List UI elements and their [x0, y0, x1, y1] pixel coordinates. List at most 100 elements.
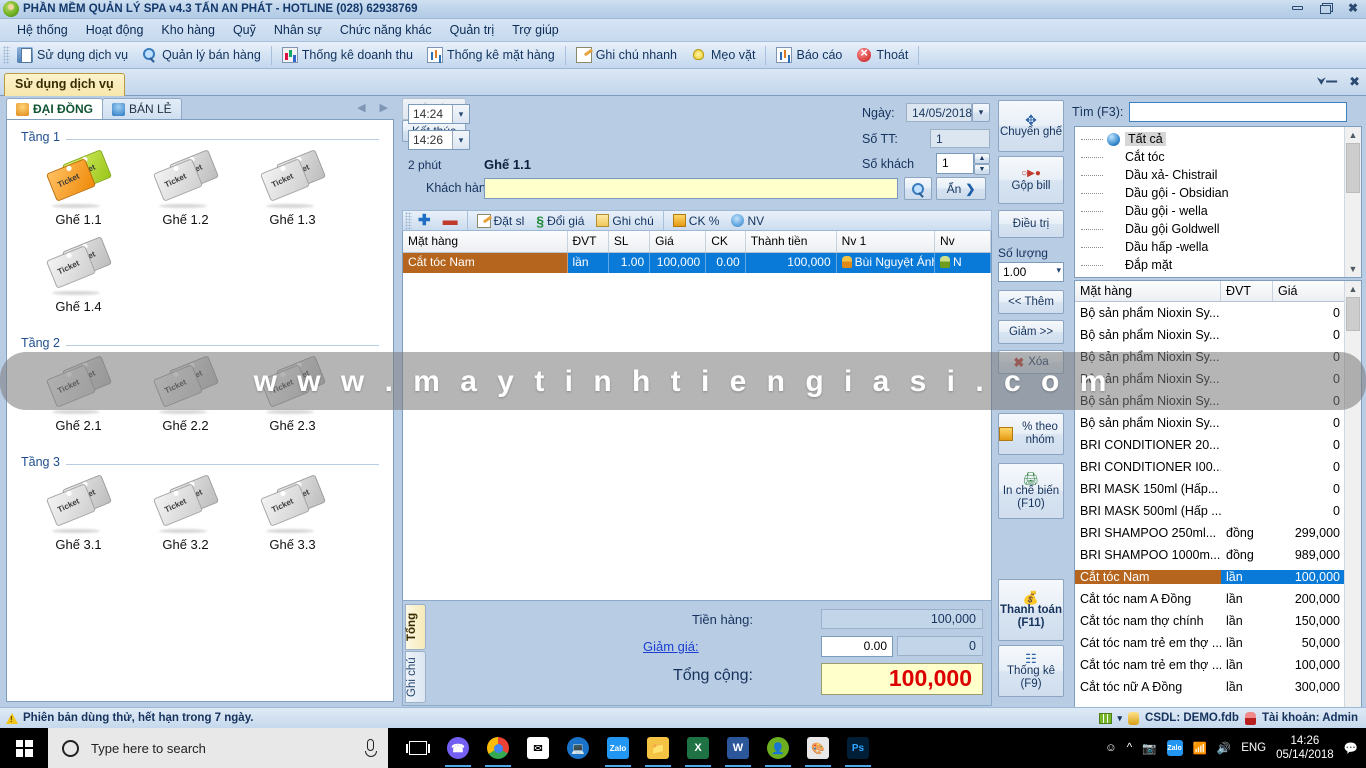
column-header-mat-hang[interactable]: Mặt hàng	[1075, 281, 1221, 301]
column-header-gia[interactable]: Giá	[650, 231, 707, 252]
guests-stepper[interactable]: ▲ ▼	[974, 153, 990, 175]
column-header-nv1[interactable]: Nv 1	[837, 231, 935, 252]
column-header-ck[interactable]: CK	[706, 231, 746, 252]
product-row[interactable]: BRI MASK 150ml (Hấp... 0	[1075, 478, 1361, 500]
scroll-down-icon[interactable]: ▼	[1345, 261, 1361, 277]
product-row[interactable]: BRI SHAMPOO 1000m... đồng 989,000	[1075, 544, 1361, 566]
customer-search-button[interactable]	[904, 177, 932, 200]
collapse-icon[interactable]: ⮟━	[1317, 76, 1337, 89]
menu-item-kho-hang[interactable]: Kho hàng	[152, 20, 224, 40]
discount-button[interactable]: CK %	[667, 214, 726, 228]
menu-item-chuc-nang-khac[interactable]: Chức năng khác	[331, 20, 441, 40]
prev-icon[interactable]: ◀	[357, 101, 365, 114]
add-row-button[interactable]: ✚	[412, 213, 437, 228]
chair-ghe-1-3[interactable]: Ticket Ticket Ghế 1.3	[239, 149, 346, 227]
zalo-tray-icon[interactable]: Zalo	[1166, 740, 1183, 756]
chevron-down-icon[interactable]: ▾	[452, 131, 469, 149]
product-row[interactable]: Bộ sản phẩm Nioxin Sy... 0	[1075, 346, 1361, 368]
column-header-sl[interactable]: SL	[609, 231, 651, 252]
restore-icon[interactable]	[1316, 1, 1334, 15]
scrollbar-thumb[interactable]	[1346, 143, 1360, 193]
product-row[interactable]: Cắt tóc nữ A Đồng lần 300,000	[1075, 676, 1361, 698]
product-row[interactable]: Cắt tóc nam trẻ em thợ ... lần 100,000	[1075, 654, 1361, 676]
chair-ghe-2-3[interactable]: Ticket Ticket Ghế 2.3	[239, 355, 346, 433]
column-header-gia[interactable]: Giá	[1273, 281, 1345, 301]
date-dropdown-icon[interactable]: ▾	[972, 103, 990, 122]
clock[interactable]: 14:26 05/14/2018	[1276, 734, 1334, 762]
chair-ghe-2-1[interactable]: Ticket Ticket Ghế 2.1	[25, 355, 132, 433]
grid-icon[interactable]	[1098, 712, 1112, 724]
close-icon[interactable]: ✖	[1344, 1, 1362, 15]
people-icon[interactable]: ☺	[1105, 742, 1117, 754]
menu-item-he-thong[interactable]: Hệ thống	[8, 20, 77, 40]
product-row[interactable]: Cắt tóc Nam lần 100,000	[1075, 566, 1361, 588]
stepper-down-icon[interactable]: ▼	[974, 164, 990, 175]
next-icon[interactable]: ▶	[380, 101, 388, 114]
quantity-combo[interactable]: 1.00 ▾	[998, 262, 1064, 282]
chair-ghe-3-2[interactable]: Ticket Ticket Ghế 3.2	[132, 474, 239, 552]
microphone-icon[interactable]	[365, 739, 377, 757]
reduce-item-button[interactable]: Giảm >>	[998, 320, 1064, 344]
language-indicator[interactable]: ENG	[1241, 742, 1266, 754]
product-row[interactable]: Bộ sản phẩm Nioxin Sy... 0	[1075, 302, 1361, 324]
change-price-button[interactable]: § Đổi giá	[530, 213, 590, 229]
set-quantity-button[interactable]: Đặt sl	[471, 213, 531, 228]
customer-input[interactable]	[484, 178, 898, 199]
chair-ghe-3-3[interactable]: Ticket Ticket Ghế 3.3	[239, 474, 346, 552]
chair-ghe-1-4[interactable]: Ticket Ticket Ghế 1.4	[25, 236, 132, 314]
tree-node-dap-mat[interactable]: Đắp mặt	[1075, 256, 1361, 274]
avatar-icon[interactable]: 👤	[758, 728, 798, 768]
statistics-button[interactable]: ☷ Thống kê (F9)	[998, 645, 1064, 697]
scrollbar-thumb[interactable]	[1346, 297, 1360, 331]
product-row[interactable]: Cắt tóc nam thợ chính lần 150,000	[1075, 610, 1361, 632]
toolbar-su-dung-dich-vu[interactable]: Sử dụng dịch vụ	[10, 45, 135, 65]
column-header-thanh-tien[interactable]: Thành tiền	[746, 231, 837, 252]
close-tab-icon[interactable]: ✖	[1349, 74, 1360, 90]
column-header-nv[interactable]: Nv	[935, 231, 991, 252]
chair-ghe-1-2[interactable]: Ticket Ticket Ghế 1.2	[132, 149, 239, 227]
transfer-chair-button[interactable]: ✥ Chuyển ghế	[998, 100, 1064, 152]
toolbar-grip[interactable]	[3, 46, 10, 64]
column-header-mat-hang[interactable]: Mặt hàng	[403, 231, 568, 252]
column-header-dvt[interactable]: ĐVT	[1221, 281, 1273, 301]
viber-icon[interactable]: ☎	[438, 728, 478, 768]
column-header-dvt[interactable]: ĐVT	[568, 231, 609, 252]
start-time-combo[interactable]: 14:24 ▾	[408, 104, 470, 124]
product-row[interactable]: BRI MASK 500ml (Hấp ... 0	[1075, 500, 1361, 522]
treatment-button[interactable]: Điều trị	[998, 210, 1064, 238]
product-row[interactable]: Cắt tóc nam A Đồng lần 200,000	[1075, 588, 1361, 610]
product-row[interactable]: BRI CONDITIONER I00... 0	[1075, 456, 1361, 478]
product-row[interactable]: Cát tóc nam trẻ em thợ ... lần 50,000	[1075, 632, 1361, 654]
teamviewer-icon[interactable]: 💻	[558, 728, 598, 768]
show-hidden-icons-icon[interactable]: ^	[1127, 742, 1132, 754]
tab-ban-le[interactable]: BÁN LẺ	[102, 98, 182, 119]
chrome-icon[interactable]	[478, 728, 518, 768]
wifi-icon[interactable]: 📶	[1193, 741, 1207, 755]
mini-toolbar-grip[interactable]	[405, 211, 412, 230]
menu-item-nhan-su[interactable]: Nhân sự	[265, 20, 331, 40]
photoshop-icon[interactable]: Ps	[838, 728, 878, 768]
product-row[interactable]: Bộ sản phẩm Nioxin Sy... 0	[1075, 390, 1361, 412]
start-button[interactable]	[0, 728, 48, 768]
tree-node-dau-goi-goldwell[interactable]: Dầu gội Goldwell	[1075, 220, 1361, 238]
mail-icon[interactable]: ✉	[518, 728, 558, 768]
menu-item-tro-giup[interactable]: Trợ giúp	[503, 20, 568, 40]
tree-node-tat-ca[interactable]: Tất cả	[1075, 130, 1361, 148]
chevron-down-icon[interactable]: ▾	[452, 105, 469, 123]
toolbar-thoat[interactable]: Thoát	[849, 45, 915, 65]
chair-ghe-1-1[interactable]: Ticket Ticket Ghế 1.1	[25, 149, 132, 227]
group-percent-button[interactable]: % theo nhóm	[998, 413, 1064, 455]
toolbar-bao-cao[interactable]: Báo cáo	[769, 45, 849, 65]
zalo-icon[interactable]: Zalo	[598, 728, 638, 768]
chair-ghe-3-1[interactable]: Ticket Ticket Ghế 3.1	[25, 474, 132, 552]
chair-ghe-2-2[interactable]: Ticket Ticket Ghế 2.2	[132, 355, 239, 433]
remove-row-button[interactable]: ▬	[437, 213, 464, 228]
tree-node-cat-toc[interactable]: Cắt tóc	[1075, 148, 1361, 166]
product-row[interactable]: BRI CONDITIONER 20... 0	[1075, 434, 1361, 456]
table-row[interactable]: Cắt tóc Nam lần 1.00 100,000 0.00 100,00…	[403, 253, 991, 273]
action-center-icon[interactable]: 💬	[1344, 741, 1358, 755]
volume-icon[interactable]: 🔊	[1217, 741, 1231, 755]
tree-node-dau-goi-wella[interactable]: Dầu gội - wella	[1075, 202, 1361, 220]
product-list-scrollbar[interactable]: ▲ ▼	[1344, 281, 1361, 768]
tree-node-dau-hap-wella[interactable]: Dầu hấp -wella	[1075, 238, 1361, 256]
